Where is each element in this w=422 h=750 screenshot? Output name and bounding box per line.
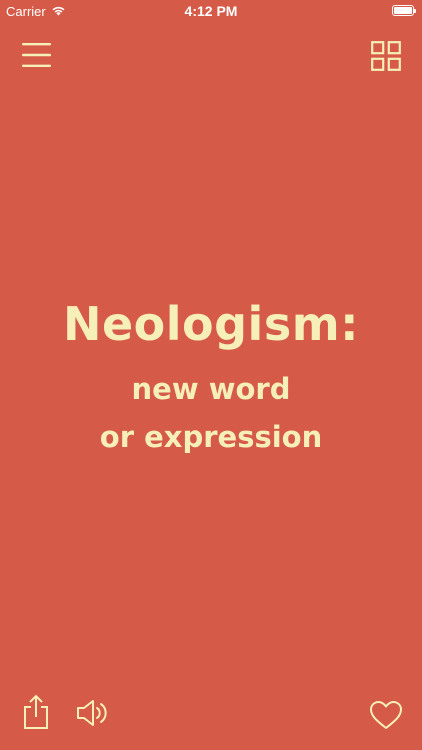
share-icon <box>24 694 48 729</box>
share-button[interactable] <box>22 694 50 730</box>
sound-button[interactable] <box>76 698 110 728</box>
favorite-button[interactable] <box>369 700 403 730</box>
status-bar: Carrier 4:12 PM <box>0 0 422 24</box>
heart-icon <box>370 701 402 729</box>
hamburger-icon <box>22 43 51 67</box>
grid-icon <box>371 41 401 71</box>
battery-icon <box>392 5 416 16</box>
menu-button[interactable] <box>22 42 52 68</box>
definition-line-1: new word <box>131 372 291 406</box>
status-time: 4:12 PM <box>184 3 238 19</box>
grid-view-button[interactable] <box>371 41 401 71</box>
word-title: Neologism: <box>62 297 360 351</box>
definition-line-2: or expression <box>99 420 323 454</box>
speaker-icon <box>77 700 107 726</box>
battery-level <box>394 7 412 14</box>
